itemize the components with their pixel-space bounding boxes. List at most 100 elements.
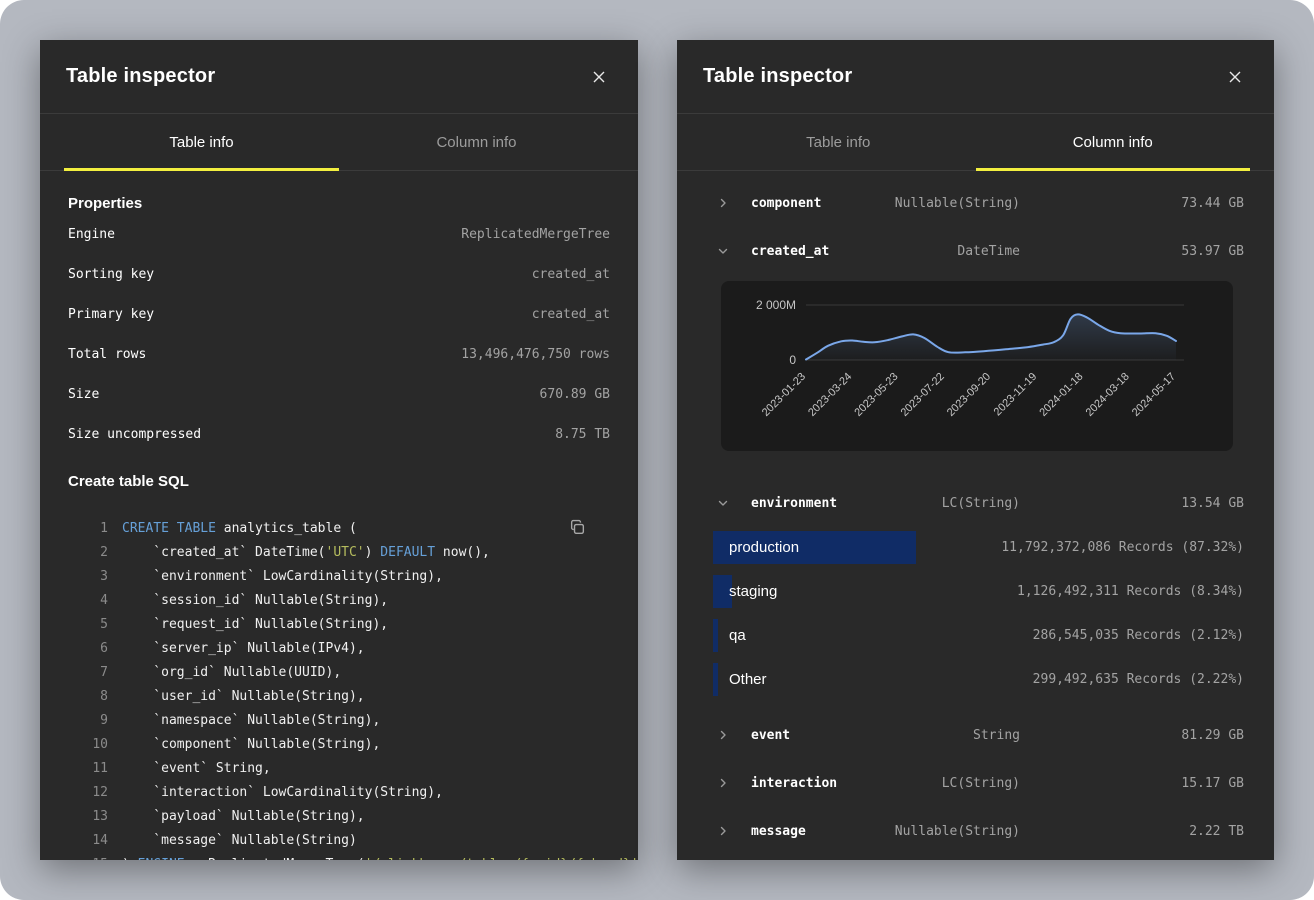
tab-table-info[interactable]: Table info bbox=[701, 114, 976, 170]
copy-sql-button[interactable] bbox=[566, 516, 588, 538]
line-number: 1 bbox=[68, 521, 122, 536]
tab-bar: Table info Column info bbox=[677, 114, 1274, 171]
chevron bbox=[707, 825, 751, 837]
line-number: 10 bbox=[68, 737, 122, 752]
line-number: 4 bbox=[68, 593, 122, 608]
svg-text:0: 0 bbox=[789, 353, 796, 367]
property-row-total-rows: Total rows13,496,476,750 rows bbox=[68, 334, 610, 374]
sql-line: 12 `interaction` LowCardinality(String), bbox=[68, 780, 610, 804]
chevron bbox=[707, 777, 751, 789]
property-row-size: Size670.89 GB bbox=[68, 374, 610, 414]
sql-line: 14 `message` Nullable(String) bbox=[68, 828, 610, 852]
sql-line: 11 `event` String, bbox=[68, 756, 610, 780]
line-number: 6 bbox=[68, 641, 122, 656]
line-number: 9 bbox=[68, 713, 122, 728]
column-row-component[interactable]: componentNullable(String)73.44 GB bbox=[707, 179, 1244, 227]
sql-line: 9 `namespace` Nullable(String), bbox=[68, 708, 610, 732]
sql-line: 1CREATE TABLE analytics_table ( bbox=[68, 516, 610, 540]
property-label: Sorting key bbox=[68, 267, 154, 282]
property-value: created_at bbox=[532, 307, 610, 322]
column-row-event[interactable]: eventString81.29 GB bbox=[707, 711, 1244, 759]
column-type: LC(String) bbox=[942, 776, 1020, 791]
sql-line: 8 `user_id` Nullable(String), bbox=[68, 684, 610, 708]
line-number: 8 bbox=[68, 689, 122, 704]
close-button[interactable] bbox=[1222, 64, 1248, 90]
chevron bbox=[707, 245, 751, 257]
value-label: Other bbox=[729, 671, 767, 688]
value-label: production bbox=[729, 539, 799, 556]
column-row-interaction[interactable]: interactionLC(String)15.17 GB bbox=[707, 759, 1244, 807]
value-bar bbox=[713, 619, 718, 652]
property-value: ReplicatedMergeTree bbox=[461, 227, 610, 242]
modal-title: Table inspector bbox=[66, 65, 215, 88]
sql-line-text: `environment` LowCardinality(String), bbox=[122, 569, 443, 584]
sql-line: 15) ENGINE = ReplicatedMergeTree('/click… bbox=[68, 852, 610, 860]
column-size: 53.97 GB bbox=[1181, 244, 1244, 259]
chevron bbox=[707, 497, 751, 509]
tab-column-info[interactable]: Column info bbox=[976, 114, 1251, 170]
tab-column-info[interactable]: Column info bbox=[339, 114, 614, 170]
property-row-primary-key: Primary key created_at bbox=[68, 294, 610, 334]
sql-line: 2 `created_at` DateTime('UTC') DEFAULT n… bbox=[68, 540, 610, 564]
column-name: message bbox=[751, 824, 895, 839]
column-type: LC(String) bbox=[942, 496, 1020, 511]
column-row-environment[interactable]: environmentLC(String) 13.54 GB bbox=[707, 479, 1244, 527]
sql-line-text: `component` Nullable(String), bbox=[122, 737, 380, 752]
line-number: 14 bbox=[68, 833, 122, 848]
column-size: 2.22 TB bbox=[1189, 824, 1244, 839]
tab-table-info[interactable]: Table info bbox=[64, 114, 339, 170]
column-distribution-chart-card: 2 000M02023-01-232023-03-242023-05-23202… bbox=[721, 281, 1233, 451]
value-label: qa bbox=[729, 627, 746, 644]
line-number: 5 bbox=[68, 617, 122, 632]
copy-icon bbox=[569, 519, 586, 536]
column-size: 13.54 GB bbox=[1181, 496, 1244, 511]
column-row-message[interactable]: messageNullable(String) 2.22 TB bbox=[707, 807, 1244, 855]
svg-text:2023-07-22: 2023-07-22 bbox=[899, 371, 947, 419]
value-row-qa: qa286,545,035 Records (2.12%) bbox=[713, 619, 1244, 652]
value-row-other: Other299,492,635 Records (2.22%) bbox=[713, 663, 1244, 696]
property-label: Size uncompressed bbox=[68, 427, 201, 442]
table-inspector-modal-left: Table inspector Table info Column info Pr… bbox=[40, 40, 638, 860]
sql-line: 7 `org_id` Nullable(UUID), bbox=[68, 660, 610, 684]
close-button[interactable] bbox=[586, 64, 612, 90]
line-number: 12 bbox=[68, 785, 122, 800]
tab-label: Column info bbox=[1073, 134, 1153, 151]
tab-label: Table info bbox=[169, 134, 233, 151]
column-name: component bbox=[751, 196, 895, 211]
column-size: 15.17 GB bbox=[1181, 776, 1244, 791]
sql-line-text: `session_id` Nullable(String), bbox=[122, 593, 388, 608]
sql-line-text: `org_id` Nullable(UUID), bbox=[122, 665, 341, 680]
close-icon bbox=[592, 70, 606, 84]
sql-line-text: `event` String, bbox=[122, 761, 271, 776]
line-number: 2 bbox=[68, 545, 122, 560]
column-size: 81.29 GB bbox=[1181, 728, 1244, 743]
line-number: 3 bbox=[68, 569, 122, 584]
column-name: event bbox=[751, 728, 973, 743]
sql-line: 3 `environment` LowCardinality(String), bbox=[68, 564, 610, 588]
svg-text:2023-09-20: 2023-09-20 bbox=[945, 371, 993, 419]
sql-line-text: `user_id` Nullable(String), bbox=[122, 689, 365, 704]
sql-line-text: `created_at` DateTime('UTC') DEFAULT now… bbox=[122, 545, 490, 560]
chevron-right-icon bbox=[717, 825, 729, 837]
property-value: created_at bbox=[532, 267, 610, 282]
column-info-panel: componentNullable(String)73.44 GBcreated… bbox=[677, 171, 1274, 855]
tab-label: Column info bbox=[436, 134, 516, 151]
column-name: environment bbox=[751, 496, 942, 511]
sql-line: 10 `component` Nullable(String), bbox=[68, 732, 610, 756]
sql-code-block: 1CREATE TABLE analytics_table (2 `create… bbox=[68, 516, 610, 860]
sql-line-text: CREATE TABLE analytics_table ( bbox=[122, 521, 357, 536]
column-type: Nullable(String) bbox=[895, 824, 1020, 839]
chevron-right-icon bbox=[717, 729, 729, 741]
value-row-production: production11,792,372,086 Records (87.32%… bbox=[713, 531, 1244, 564]
desktop-background: Table inspector Table info Column info Pr… bbox=[0, 0, 1314, 900]
tab-bar: Table info Column info bbox=[40, 114, 638, 171]
svg-text:2023-05-23: 2023-05-23 bbox=[852, 371, 900, 419]
property-label: Primary key bbox=[68, 307, 154, 322]
properties-heading: Properties bbox=[68, 194, 610, 214]
column-row-created-at[interactable]: created_atDateTime53.97 GB bbox=[707, 227, 1244, 275]
close-icon bbox=[1228, 70, 1242, 84]
chevron-down-icon bbox=[717, 245, 729, 257]
table-inspector-modal-right: Table inspector Table infoColumn info co… bbox=[677, 40, 1274, 860]
sql-lines: 1CREATE TABLE analytics_table (2 `create… bbox=[68, 516, 610, 860]
svg-text:2023-11-19: 2023-11-19 bbox=[992, 371, 1040, 419]
